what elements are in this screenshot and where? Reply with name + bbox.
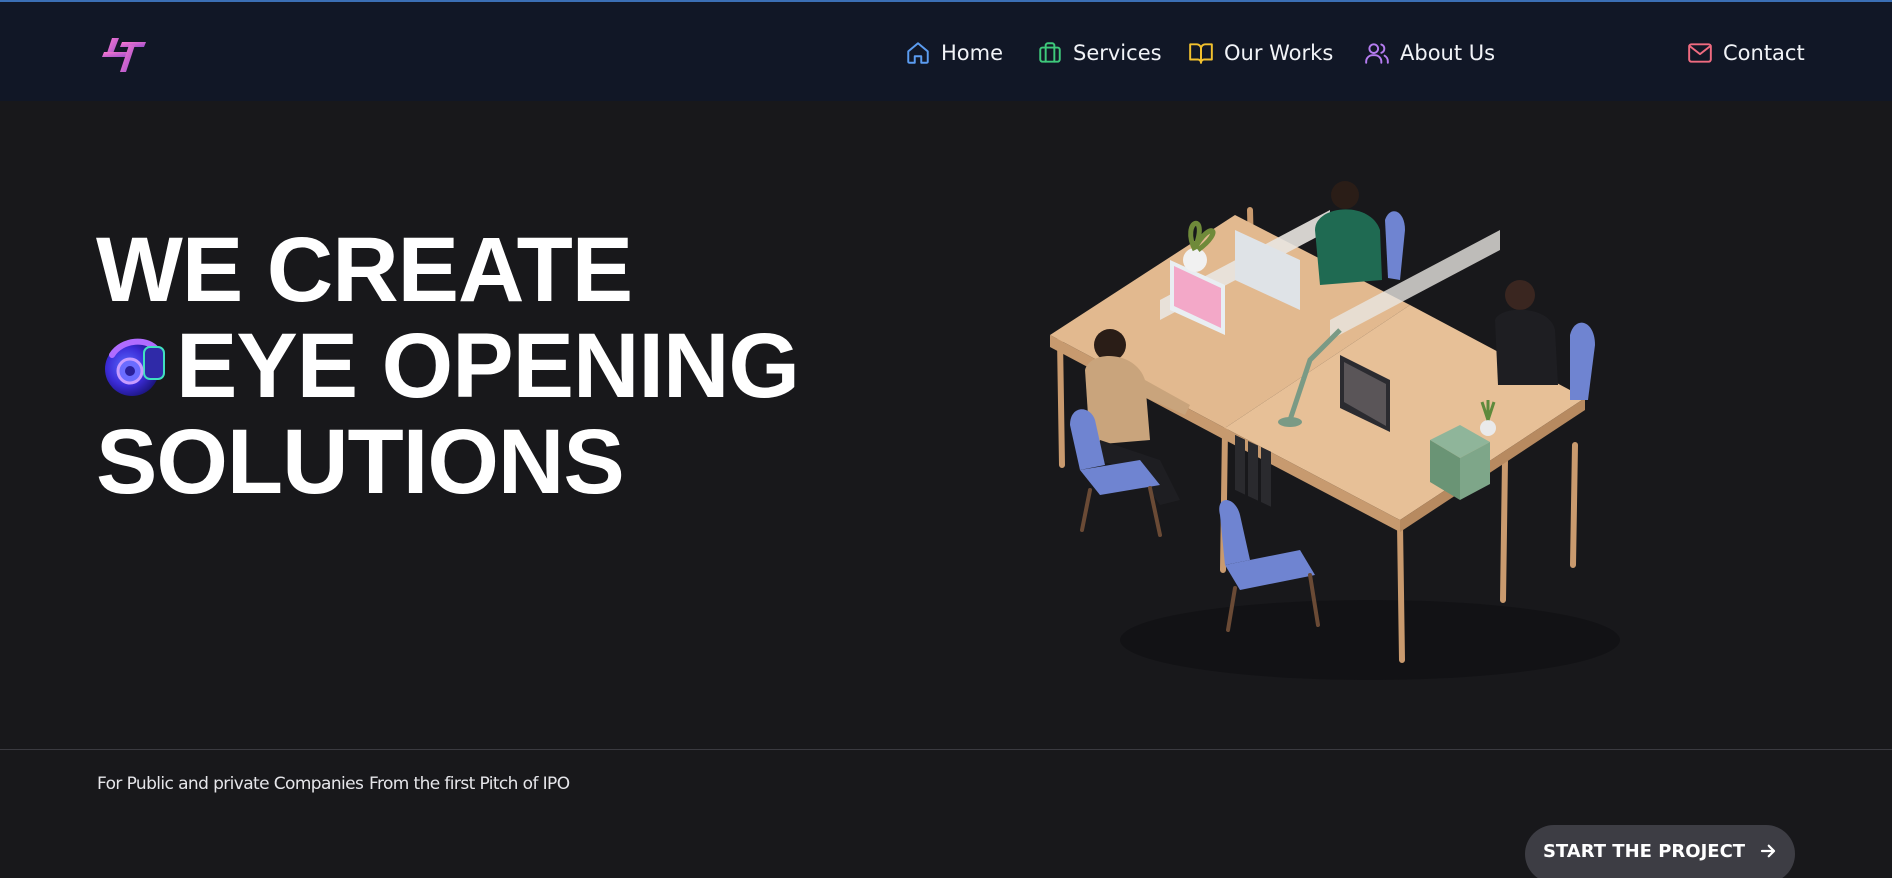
office-illustration bbox=[1050, 181, 1620, 680]
navbar: Home Services Our Works About Us Contact bbox=[0, 2, 1892, 101]
section-divider bbox=[0, 749, 1892, 750]
nav-home-label: Home bbox=[941, 41, 1004, 65]
nav-our-works[interactable]: Our Works bbox=[1188, 38, 1333, 68]
tagline-public-private: For Public and private Companies bbox=[97, 774, 364, 794]
nav-contact-label: Contact bbox=[1723, 41, 1805, 65]
tagline-pitch-ipo: From the first Pitch of IPO bbox=[369, 774, 570, 794]
nav-about-us[interactable]: About Us bbox=[1364, 38, 1495, 68]
eye-emblem-icon bbox=[105, 338, 165, 396]
start-project-label: START THE PROJECT bbox=[1542, 840, 1746, 862]
headline-line-1: WE CREATE bbox=[96, 219, 633, 321]
home-icon bbox=[907, 42, 929, 64]
nav-about-us-label: About Us bbox=[1400, 41, 1496, 65]
logo[interactable] bbox=[102, 30, 148, 76]
headline-line-3: SOLUTIONS bbox=[96, 411, 625, 513]
nav-services[interactable]: Services bbox=[1037, 38, 1162, 68]
book-icon bbox=[1189, 43, 1213, 64]
nav-contact[interactable]: Contact bbox=[1687, 38, 1805, 68]
arrow-right-icon bbox=[1760, 844, 1776, 858]
briefcase-icon bbox=[1039, 42, 1061, 63]
headline-line-2: EYE OPENING bbox=[176, 315, 800, 417]
users-icon bbox=[1365, 43, 1389, 64]
nav-home[interactable]: Home bbox=[905, 38, 1003, 68]
headline-line-2-row: EYE OPENING bbox=[96, 315, 800, 417]
mail-icon bbox=[1688, 43, 1712, 63]
start-project-button[interactable]: START THE PROJECT bbox=[1525, 825, 1795, 878]
nav-our-works-label: Our Works bbox=[1224, 41, 1334, 65]
nav-services-label: Services bbox=[1073, 41, 1162, 65]
hero-headline: WE CREATE EYE OPENING SOLUTIONS bbox=[96, 219, 800, 513]
